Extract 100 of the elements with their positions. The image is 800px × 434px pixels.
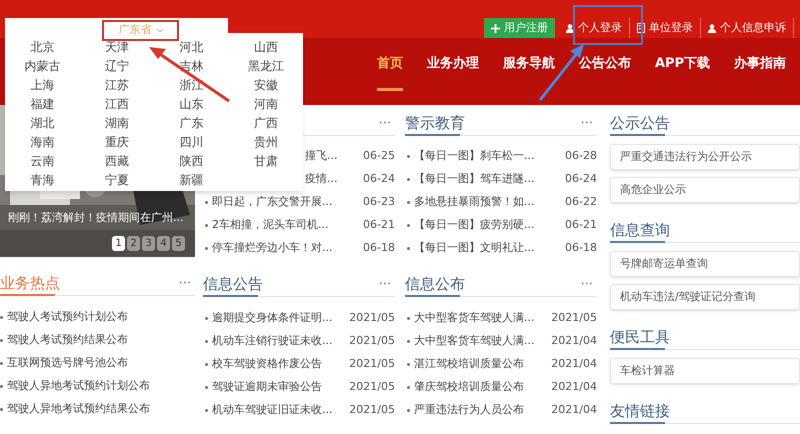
province-option[interactable]: 贵州 <box>254 132 278 150</box>
news-link[interactable]: 机动车注销行驶证未收... <box>212 333 332 350</box>
news-date: 2021/05 <box>349 310 395 326</box>
bullet-icon <box>407 409 410 412</box>
news-link[interactable]: 疫情... <box>305 171 338 188</box>
province-option[interactable]: 江西 <box>104 94 129 112</box>
news-link[interactable]: 即日起，广东交警开展... <box>212 194 332 211</box>
news-link[interactable]: 严重违法行为人员公布 <box>414 402 524 419</box>
bullet-icon <box>0 385 3 388</box>
more-link[interactable]: ··· <box>580 116 593 130</box>
hotspot-link[interactable]: 驾驶人考试预约计划公布 <box>7 309 128 326</box>
more-link[interactable]: ··· <box>580 278 593 290</box>
news-link[interactable]: 撞飞... <box>305 148 338 165</box>
province-option[interactable]: 海南 <box>30 132 54 150</box>
province-option[interactable]: 西藏 <box>104 152 129 170</box>
bullet-icon <box>407 224 410 227</box>
province-option[interactable]: 青海 <box>30 170 54 188</box>
account-link[interactable]: 单位登录 <box>630 18 701 38</box>
sidebar-link[interactable]: 严重交通违法行为公开公示 <box>610 144 800 170</box>
province-option[interactable]: 安徽 <box>254 76 278 94</box>
account-link[interactable]: 个人登录 <box>559 18 630 38</box>
news-link[interactable]: 湛江驾校培训质量公布 <box>414 356 524 373</box>
person-icon <box>566 24 574 32</box>
account-link[interactable]: 个人信息申诉 <box>701 18 794 38</box>
news-date: 2021/05 <box>349 379 395 396</box>
province-option[interactable]: 广西 <box>254 114 278 132</box>
province-option[interactable]: 云南 <box>30 152 54 170</box>
news-link[interactable]: 【每日一图】疲劳别硬... <box>414 217 534 234</box>
province-option[interactable]: 黑龙江 <box>248 56 284 74</box>
province-option[interactable]: 北京 <box>30 38 54 56</box>
news-link[interactable]: 【每日一图】文明礼让... <box>414 240 534 257</box>
bullet-icon <box>0 362 3 365</box>
province-option[interactable]: 山东 <box>179 94 204 112</box>
province-option[interactable]: 陕西 <box>179 152 204 170</box>
province-option[interactable]: 上海 <box>30 76 54 94</box>
bullet-icon <box>205 247 208 250</box>
province-option[interactable]: 四川 <box>179 132 204 150</box>
highlight-frame <box>573 5 643 45</box>
news-link[interactable]: 多地悬挂暴雨预警！如... <box>414 194 534 211</box>
news-date: 06-28 <box>565 148 597 164</box>
sidebar-link[interactable]: 号牌邮寄运单查询 <box>610 251 800 277</box>
nav-tab[interactable]: 服务导航 <box>503 55 555 73</box>
nav-tab[interactable]: 业务办理 <box>427 55 479 73</box>
caret-icon <box>156 28 162 32</box>
hotspot-link[interactable]: 驾驶人异地考试预约结果公布 <box>7 401 150 418</box>
province-option[interactable]: 重庆 <box>104 132 129 150</box>
section-title: 信息公布 <box>405 276 465 292</box>
bullet-icon <box>407 363 410 366</box>
bullet-icon <box>407 247 410 250</box>
province-option[interactable]: 广东 <box>179 114 204 132</box>
news-link[interactable]: 【每日一图】刹车松一... <box>414 148 534 165</box>
province-option[interactable]: 新疆 <box>179 170 204 188</box>
bullet-icon <box>407 386 410 389</box>
nav-tab[interactable]: 公告公布 <box>579 55 631 73</box>
news-link[interactable]: 肇庆驾校培训质量公布 <box>414 379 524 396</box>
province-option[interactable]: 湖南 <box>104 114 129 132</box>
province-option[interactable]: 江苏 <box>104 76 129 94</box>
province-option[interactable]: 内蒙古 <box>24 56 60 74</box>
news-link[interactable]: 停车撞烂旁边小车！对... <box>212 240 332 257</box>
sidebar-link[interactable]: 高危企业公示 <box>610 177 800 203</box>
news-link[interactable]: 驾驶证逾期未审验公告 <box>212 379 322 396</box>
more-link[interactable]: ··· <box>378 116 391 130</box>
person-icon <box>708 24 716 32</box>
bullet-icon <box>205 386 208 389</box>
section-title: 业务热点 <box>0 276 60 290</box>
province-option[interactable]: 福建 <box>30 94 54 112</box>
news-date: 06-18 <box>565 240 597 256</box>
news-link[interactable]: 2车相撞，泥头车司机... <box>212 217 328 234</box>
hotspot-link[interactable]: 驾驶人考试预约结果公布 <box>7 332 128 349</box>
news-date: 2021/04 <box>551 356 597 372</box>
province-option[interactable]: 河北 <box>179 38 204 56</box>
section-title: 友情链接 <box>610 404 670 418</box>
section-title: 信息查询 <box>610 222 670 238</box>
news-date: 06-21 <box>565 217 597 234</box>
province-option[interactable]: 辽宁 <box>104 56 129 74</box>
province-option[interactable]: 河南 <box>254 94 278 112</box>
nav-tab[interactable]: APP下载 <box>655 55 710 73</box>
news-date: 2021/05 <box>349 333 395 350</box>
nav-tab[interactable]: 首页 <box>377 55 403 73</box>
more-link[interactable]: ··· <box>378 278 391 290</box>
bullet-icon <box>407 317 410 320</box>
nav-tab[interactable]: 办事指南 <box>734 55 786 73</box>
news-link[interactable]: 逾期提交身体条件证明... <box>212 310 332 327</box>
bullet-icon <box>407 155 410 158</box>
news-link[interactable]: 大中型客货车驾驶人满... <box>414 310 534 327</box>
news-link[interactable]: 机动车驾驶证旧证未收... <box>212 402 332 419</box>
more-link[interactable]: ··· <box>178 276 191 290</box>
bullet-icon <box>205 340 208 343</box>
news-link[interactable]: 【每日一图】驾车进隧... <box>414 171 534 188</box>
province-option[interactable]: 山西 <box>254 38 278 56</box>
news-date: 2021/05 <box>551 310 597 326</box>
hotspot-link[interactable]: 互联网预选号牌号池公布 <box>7 355 128 372</box>
province-option[interactable]: 甘肃 <box>254 152 278 170</box>
sidebar-link[interactable]: 车检计算器 <box>610 358 800 384</box>
sidebar-link[interactable]: 机动车违法/驾驶证记分查询 <box>610 284 800 310</box>
province-option[interactable]: 宁夏 <box>104 170 129 188</box>
province-option[interactable]: 湖北 <box>30 114 54 132</box>
hotspot-link[interactable]: 驾驶人异地考试预约计划公布 <box>7 378 150 395</box>
news-link[interactable]: 校车驾驶资格作废公告 <box>212 356 322 373</box>
news-link[interactable]: 大中型客货车驾驶人满... <box>414 333 534 350</box>
